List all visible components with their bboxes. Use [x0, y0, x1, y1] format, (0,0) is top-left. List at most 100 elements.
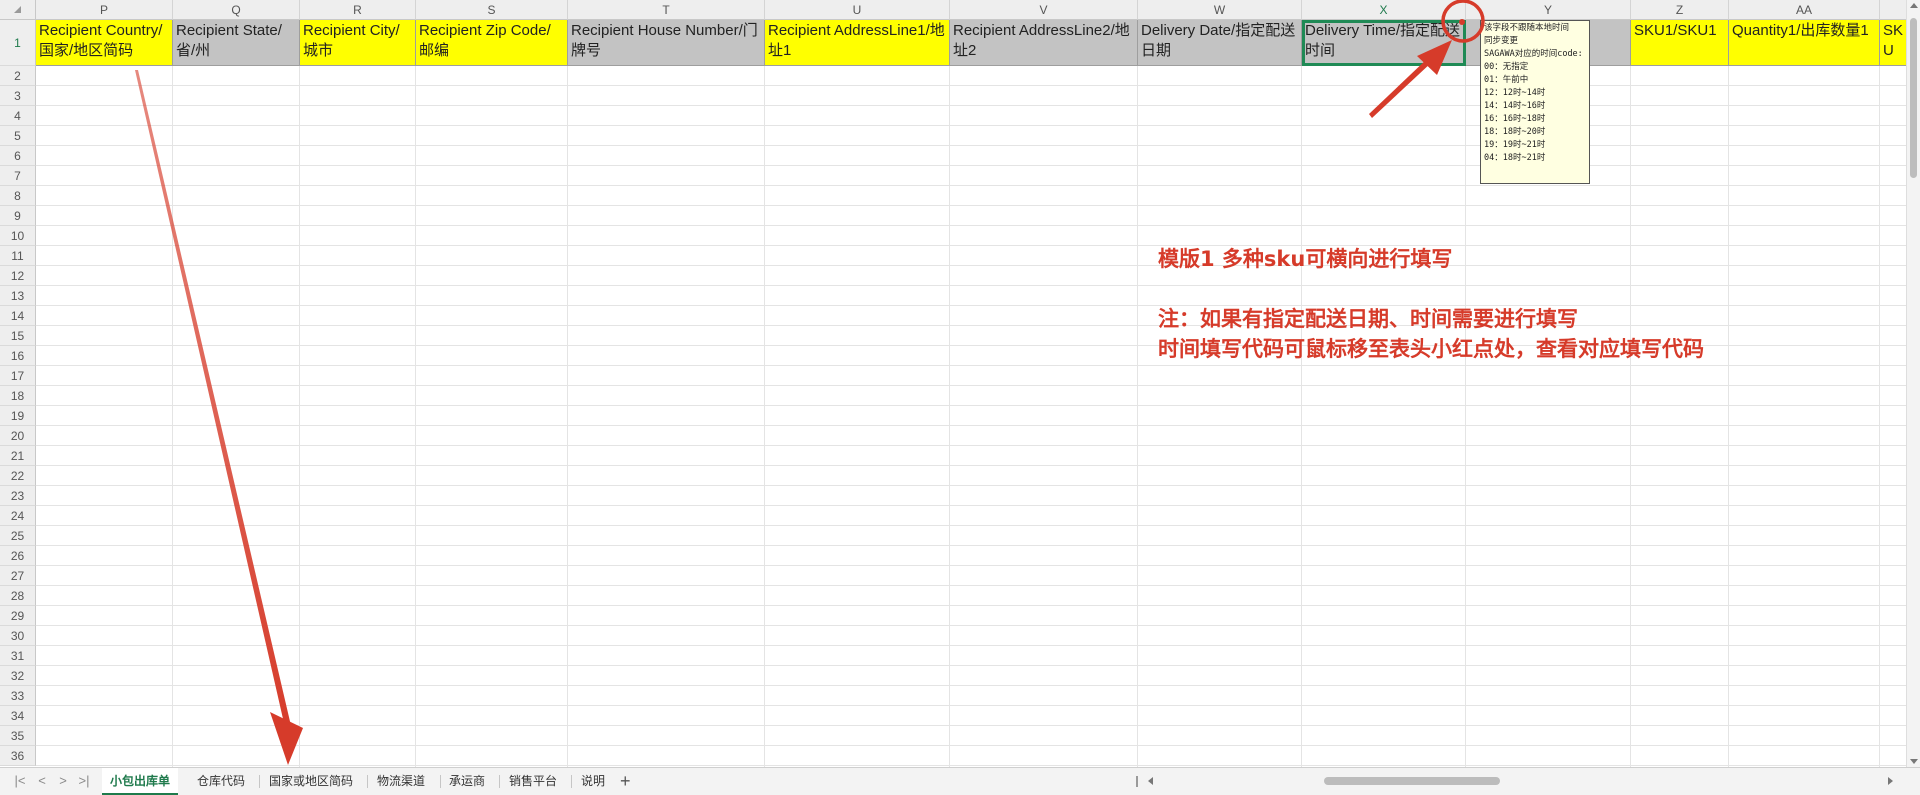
next-sheet-button[interactable]: > — [55, 774, 71, 788]
row-header[interactable]: 14 — [0, 306, 36, 326]
row-header[interactable]: 36 — [0, 746, 36, 766]
column-grid-line — [1728, 66, 1729, 767]
header-cell-recipient-zip[interactable]: Recipient Zip Code/邮编 — [416, 20, 568, 66]
header-cell-recipient-city[interactable]: Recipient City/城市 — [300, 20, 416, 66]
row-grid-line — [36, 325, 1906, 326]
row-grid-line — [36, 165, 1906, 166]
row-header[interactable]: 3 — [0, 86, 36, 106]
row-grid-line — [36, 645, 1906, 646]
row-header[interactable]: 26 — [0, 546, 36, 566]
row-header[interactable]: 34 — [0, 706, 36, 726]
row-header[interactable]: 17 — [0, 366, 36, 386]
comment-line: 01：午前中 — [1484, 75, 1529, 85]
select-all-corner[interactable] — [0, 0, 36, 20]
row-header[interactable]: 24 — [0, 506, 36, 526]
column-header-u[interactable]: U — [765, 0, 950, 20]
header-cell-address-line2[interactable]: Recipient AddressLine2/地址2 — [950, 20, 1138, 66]
scroll-right-arrow-icon[interactable] — [1888, 777, 1893, 785]
comment-line: 00：无指定 — [1484, 62, 1529, 72]
row-header[interactable]: 31 — [0, 646, 36, 666]
row-header[interactable]: 30 — [0, 626, 36, 646]
row-header[interactable]: 7 — [0, 166, 36, 186]
header-cell-delivery-date[interactable]: Delivery Date/指定配送日期 — [1138, 20, 1302, 66]
column-header-w[interactable]: W — [1138, 0, 1302, 20]
column-header-ab[interactable] — [1880, 0, 1906, 20]
header-cell-recipient-state[interactable]: Recipient State/省/州 — [173, 20, 300, 66]
row-header[interactable]: 4 — [0, 106, 36, 126]
row-header[interactable]: 32 — [0, 666, 36, 686]
spreadsheet-grid[interactable]: P Q R S T U V W X Y Z AA 1 2 3 4 5 6 7 8 9 10 11 1… — [0, 0, 1906, 767]
tab-separator — [367, 775, 368, 788]
horizontal-scrollbar[interactable] — [1148, 768, 1893, 795]
row-grid-line — [36, 485, 1906, 486]
row-header[interactable]: 19 — [0, 406, 36, 426]
row-header[interactable]: 15 — [0, 326, 36, 346]
sheet-tab-warehouse-code[interactable]: 仓库代码 — [189, 768, 253, 795]
header-cell-address-line1[interactable]: Recipient AddressLine1/地址1 — [765, 20, 950, 66]
column-header-t[interactable]: T — [568, 0, 765, 20]
row-header[interactable]: 12 — [0, 266, 36, 286]
column-grid-line — [1465, 66, 1466, 767]
row-header[interactable]: 20 — [0, 426, 36, 446]
row-header[interactable]: 9 — [0, 206, 36, 226]
row-header[interactable]: 23 — [0, 486, 36, 506]
last-sheet-button[interactable]: >| — [76, 774, 92, 788]
column-header-z[interactable]: Z — [1631, 0, 1729, 20]
sheet-tab-outbound[interactable]: 小包出库单 — [102, 768, 179, 795]
column-header-y[interactable]: Y — [1466, 0, 1631, 20]
sheet-tab-bar: |< < > >| 小包出库单 仓库代码 国家或地区简码 物流渠道 承运商 销售… — [0, 767, 1920, 795]
row-header[interactable]: 13 — [0, 286, 36, 306]
row-header[interactable]: 5 — [0, 126, 36, 146]
header-cell-recipient-country[interactable]: Recipient Country/国家/地区简码 — [36, 20, 173, 66]
sheet-tab-logistics-channel[interactable]: 物流渠道 — [369, 768, 433, 795]
sheet-tab-instructions[interactable]: 说明 — [573, 768, 613, 795]
row-header[interactable]: 21 — [0, 446, 36, 466]
scroll-left-arrow-icon[interactable] — [1148, 777, 1153, 785]
header-cell-sku1[interactable]: SKU1/SKU1 — [1631, 20, 1729, 66]
column-header-x[interactable]: X — [1302, 0, 1466, 20]
column-header-p[interactable]: P — [36, 0, 173, 20]
row-grid-line — [36, 245, 1906, 246]
row-header[interactable]: 28 — [0, 586, 36, 606]
sheet-tab-country-code[interactable]: 国家或地区简码 — [261, 768, 361, 795]
vertical-scroll-thumb[interactable] — [1910, 18, 1917, 178]
header-cell-delivery-time[interactable]: Delivery Time/指定配送时间 — [1302, 20, 1466, 66]
header-cell-house-number[interactable]: Recipient House Number/门牌号 — [568, 20, 765, 66]
row-header[interactable]: 10 — [0, 226, 36, 246]
row-header[interactable]: 35 — [0, 726, 36, 746]
tab-scroll-divider-handle[interactable] — [1136, 776, 1138, 787]
scroll-down-arrow-icon[interactable] — [1910, 759, 1918, 764]
select-all-triangle-icon — [14, 6, 21, 13]
row-header[interactable]: 29 — [0, 606, 36, 626]
row-grid-line — [36, 205, 1906, 206]
horizontal-scroll-thumb[interactable] — [1324, 777, 1500, 785]
add-sheet-button[interactable]: + — [620, 770, 631, 792]
row-header[interactable]: 2 — [0, 66, 36, 86]
header-cell-sku2[interactable]: SKU — [1880, 20, 1906, 66]
vertical-scrollbar[interactable] — [1906, 0, 1920, 767]
row-header[interactable]: 25 — [0, 526, 36, 546]
prev-sheet-button[interactable]: < — [34, 774, 50, 788]
row-header[interactable]: 6 — [0, 146, 36, 166]
row-header[interactable]: 33 — [0, 686, 36, 706]
annotation-template-note: 模版1 多种sku可横向进行填写 — [1158, 247, 1453, 271]
sheet-tab-carrier[interactable]: 承运商 — [441, 768, 493, 795]
sheet-tab-sales-platform[interactable]: 销售平台 — [501, 768, 565, 795]
row-header[interactable]: 16 — [0, 346, 36, 366]
row-header[interactable]: 22 — [0, 466, 36, 486]
column-header-s[interactable]: S — [416, 0, 568, 20]
row-header[interactable]: 18 — [0, 386, 36, 406]
column-header-aa[interactable]: AA — [1729, 0, 1880, 20]
column-header-q[interactable]: Q — [173, 0, 300, 20]
row-header-1[interactable]: 1 — [0, 20, 36, 66]
header-cell-quantity1[interactable]: Quantity1/出库数量1 — [1729, 20, 1880, 66]
row-grid-line — [36, 545, 1906, 546]
column-header-v[interactable]: V — [950, 0, 1138, 20]
row-header[interactable]: 11 — [0, 246, 36, 266]
row-header[interactable]: 8 — [0, 186, 36, 206]
row-grid-line — [36, 365, 1906, 366]
first-sheet-button[interactable]: |< — [12, 774, 28, 788]
column-header-r[interactable]: R — [300, 0, 416, 20]
scroll-up-arrow-icon[interactable] — [1910, 3, 1918, 8]
row-header[interactable]: 27 — [0, 566, 36, 586]
